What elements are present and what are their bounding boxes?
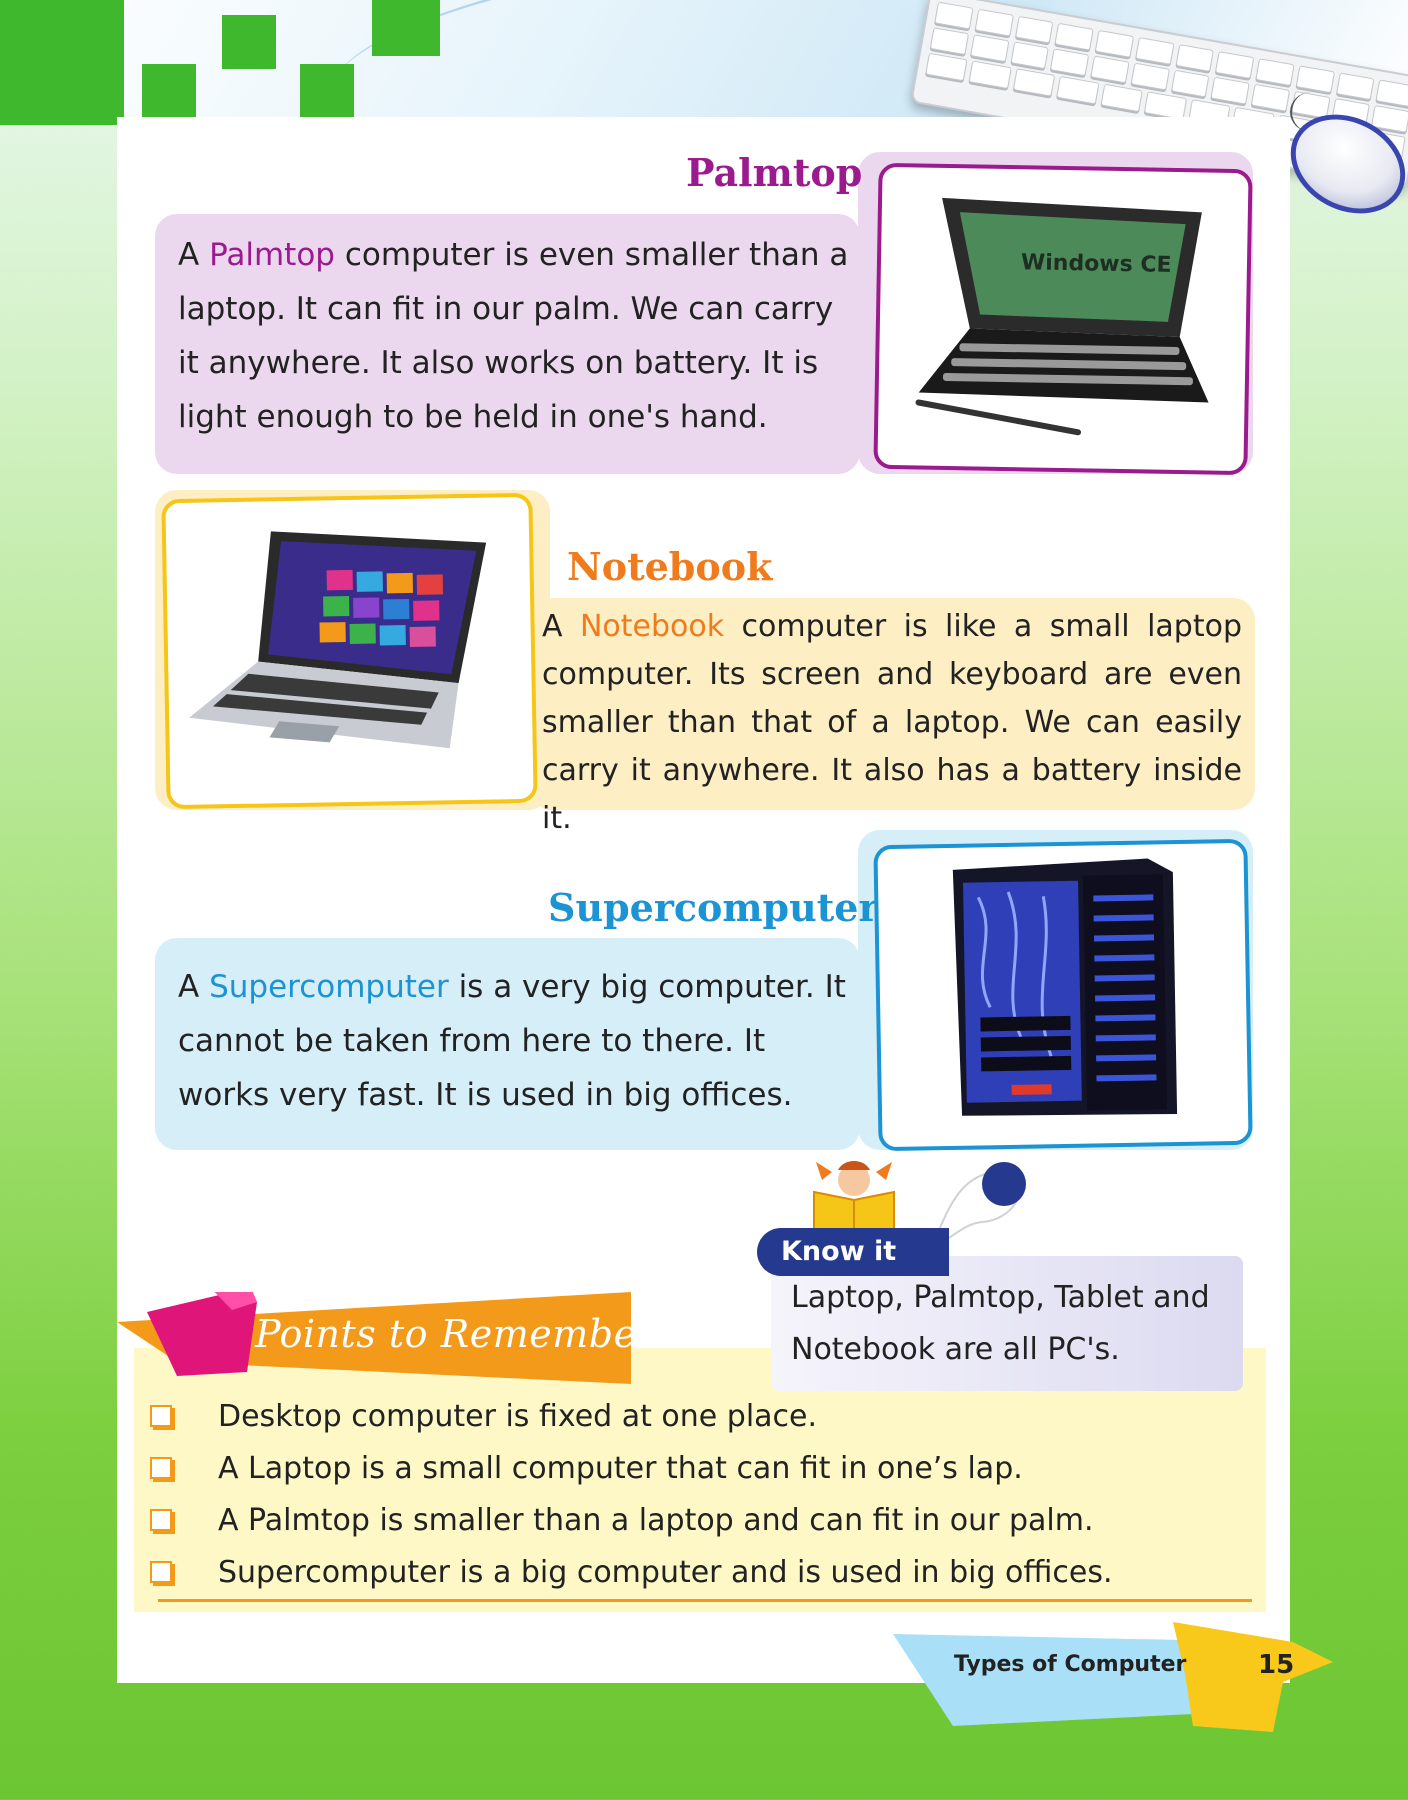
palmtop-heading: Palmtop [686,150,862,195]
notebook-heading: Notebook [567,544,772,589]
green-square [222,15,276,69]
supercomputer-image [952,858,1178,1116]
know-it-box: Laptop, Palmtop, Tablet and Notebook are… [771,1256,1243,1391]
supercomputer-lead: A [178,969,210,1005]
supercomputer-highlight: Supercomputer [209,969,449,1005]
page-number: 15 [1258,1650,1295,1680]
point-text: A Laptop is a small computer that can fi… [218,1450,1023,1486]
footer-chapter-title: Types of Computer [954,1652,1187,1677]
palmtop-heading-text: Palmtop [686,150,863,195]
checkbox-bullet-icon [150,1405,172,1427]
supercomputer-heading: Supercomputer [548,885,878,930]
palmtop-highlight: Palmtop [209,237,335,273]
notebook-heading-text: Notebook [567,544,773,589]
supercomputer-paragraph: A Supercomputer is a very big computer. … [178,960,860,1122]
supercomputer-heading-text: Supercomputer [548,885,879,930]
palmtop-paragraph: A Palmtop computer is even smaller than … [178,228,860,444]
point-text: Desktop computer is fixed at one place. [218,1398,818,1434]
green-square [300,64,354,118]
palmtop-image-frame: Windows CE [873,162,1253,476]
point-text: Supercomputer is a big computer and is u… [218,1554,1113,1590]
points-list: Desktop computer is fixed at one place. … [150,1390,1113,1598]
checkbox-bullet-icon [150,1561,172,1583]
notebook-image [189,531,487,749]
notebook-paragraph: A Notebook computer is like a small lapt… [542,603,1242,843]
palmtop-image: Windows CE [915,197,1209,436]
green-square [142,64,196,118]
know-it-tab: Know it [757,1228,949,1276]
points-to-remember-title: Points to Remember [255,1312,656,1356]
know-it-text: Laptop, Palmtop, Tablet and Notebook are… [791,1280,1210,1367]
palmtop-screen-text: Windows CE [1021,250,1172,278]
green-square [372,0,440,56]
notebook-lead: A [542,609,580,644]
point-text: A Palmtop is smaller than a laptop and c… [218,1502,1094,1538]
points-divider [158,1599,1252,1602]
palmtop-lead: A [178,237,210,273]
notebook-highlight: Notebook [579,609,725,644]
supercomputer-image-frame [873,838,1253,1152]
list-item: A Palmtop is smaller than a laptop and c… [150,1494,1113,1546]
notebook-image-frame [161,492,538,810]
green-corner-block [0,0,124,125]
checkbox-bullet-icon [150,1457,172,1479]
list-item: Desktop computer is fixed at one place. [150,1390,1113,1442]
list-item: Supercomputer is a big computer and is u… [150,1546,1113,1598]
checkbox-bullet-icon [150,1509,172,1531]
list-item: A Laptop is a small computer that can fi… [150,1442,1113,1494]
